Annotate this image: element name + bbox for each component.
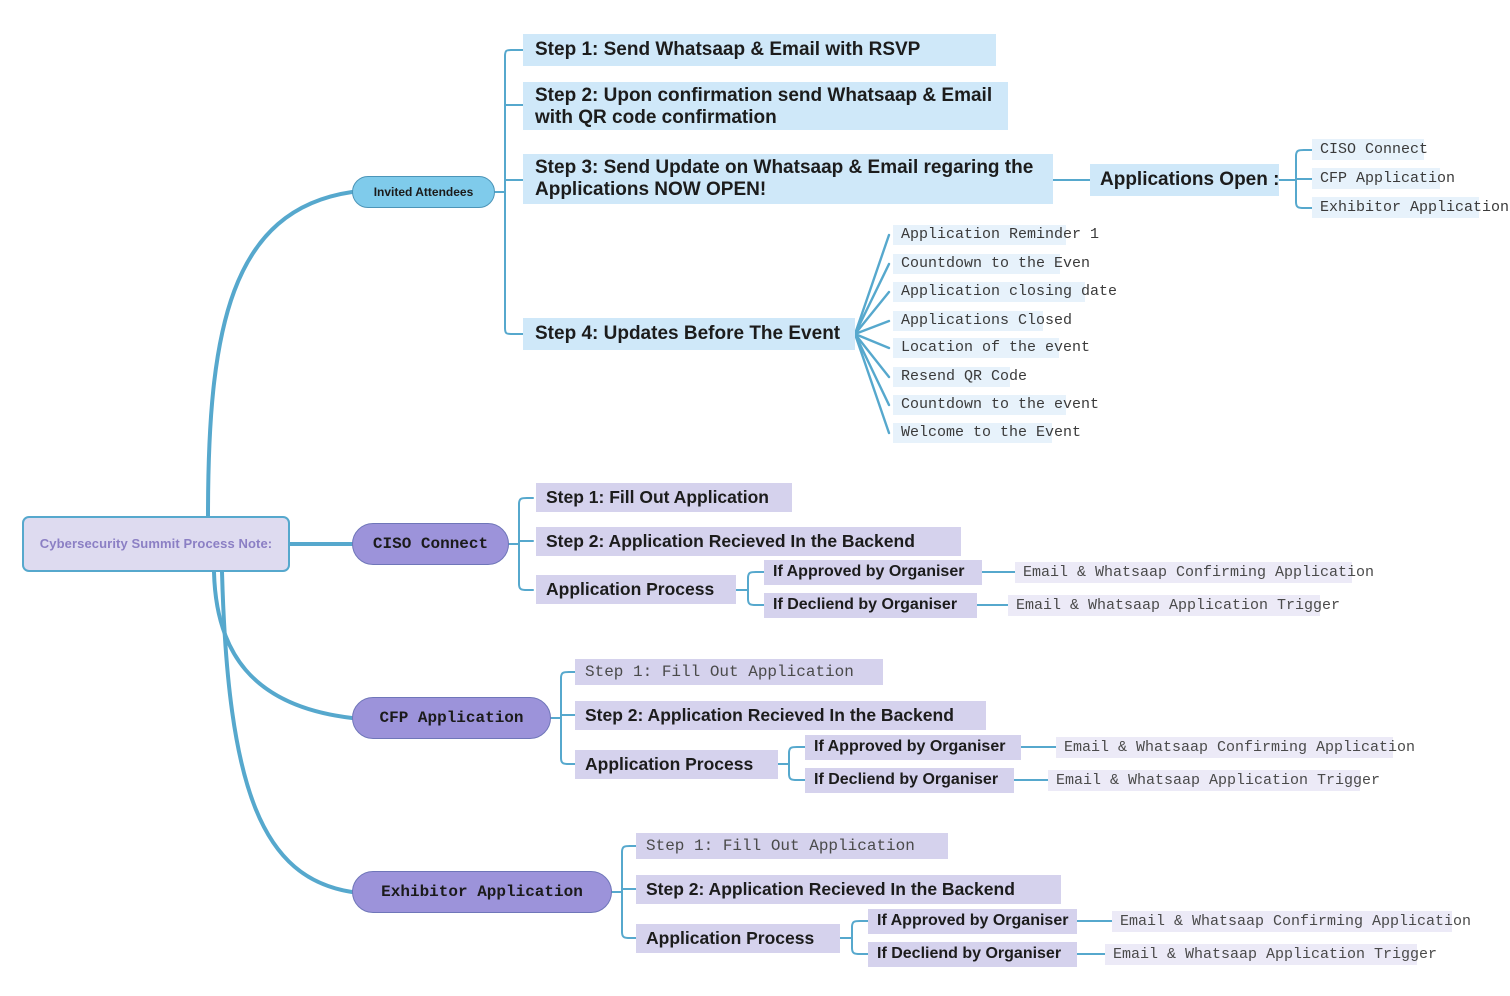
node-exhibitor-declined-action[interactable]: Email & Whatsaap Application Trigger — [1105, 944, 1437, 965]
node-ciso-if-approved[interactable]: If Approved by Organiser — [764, 560, 982, 585]
node-label: Step 4: Updates Before The Event — [535, 322, 841, 344]
node-label: Email & Whatsaap Confirming Application — [1064, 738, 1416, 756]
node-update-1[interactable]: Application Reminder 1 — [893, 225, 1099, 245]
branch-label: Invited Attendees — [373, 184, 474, 199]
branch-cfp-application[interactable]: CFP Application — [352, 697, 551, 739]
node-label: Applications Closed — [901, 312, 1073, 330]
node-cfp-if-approved[interactable]: If Approved by Organiser — [805, 735, 1021, 760]
branch-exhibitor-application[interactable]: Exhibitor Application — [352, 871, 612, 913]
node-exhibitor-approved-action[interactable]: Email & Whatsaap Confirming Application — [1112, 911, 1471, 932]
node-applications-open[interactable]: Applications Open : — [1090, 164, 1279, 196]
node-label: Email & Whatsaap Confirming Application — [1120, 912, 1472, 930]
root-node[interactable]: Cybersecurity Summit Process Note: — [22, 516, 290, 572]
branch-invited-attendees[interactable]: Invited Attendees — [352, 176, 495, 208]
node-label: Email & Whatsaap Confirming Application — [1023, 563, 1375, 581]
node-label: Exhibitor Application — [1320, 198, 1510, 216]
node-label: Step 2: Application Recieved In the Back… — [546, 531, 915, 552]
node-invited-step-1[interactable]: Step 1: Send Whatsaap & Email with RSVP — [523, 34, 996, 66]
node-ciso-application-process[interactable]: Application Process — [536, 575, 736, 604]
node-label: CFP Application — [1320, 169, 1456, 187]
node-label: Step 1: Send Whatsaap & Email with RSVP — [535, 38, 921, 60]
node-exhibitor-if-approved[interactable]: If Approved by Organiser — [868, 909, 1077, 934]
node-ciso-step-2[interactable]: Step 2: Application Recieved In the Back… — [536, 527, 961, 556]
node-update-6[interactable]: Resend QR Code — [893, 367, 1027, 387]
node-label: If Approved by Organiser — [877, 912, 1069, 930]
branch-ciso-connect[interactable]: CISO Connect — [352, 523, 509, 565]
node-update-3[interactable]: Application closing date — [893, 282, 1117, 302]
node-label: Step 1: Fill Out Application — [585, 662, 854, 681]
node-label: Countdown to the event — [901, 396, 1100, 414]
node-invited-step-3[interactable]: Step 3: Send Update on Whatsaap & Email … — [523, 154, 1053, 204]
node-cfp-step-2[interactable]: Step 2: Application Recieved In the Back… — [575, 701, 986, 730]
branch-label: CFP Application — [379, 708, 524, 727]
node-label: Email & Whatsaap Application Trigger — [1016, 596, 1341, 614]
node-ciso-step-1[interactable]: Step 1: Fill Out Application — [536, 483, 792, 512]
node-label: Step 2: Application Recieved In the Back… — [646, 879, 1015, 900]
node-label: Application Process — [646, 928, 815, 949]
node-exhibitor-if-declined[interactable]: If Decliend by Organiser — [868, 942, 1077, 967]
node-label: Application Process — [585, 754, 754, 775]
node-label: Email & Whatsaap Application Trigger — [1056, 771, 1381, 789]
node-label: Step 3: Send Update on Whatsaap & Email … — [535, 157, 1034, 201]
node-update-7[interactable]: Countdown to the event — [893, 395, 1099, 415]
mindmap-canvas: Cybersecurity Summit Process Note: Invit… — [0, 0, 1510, 996]
node-exhibitor-step-2[interactable]: Step 2: Application Recieved In the Back… — [636, 875, 1061, 904]
node-invited-step-2[interactable]: Step 2: Upon confirmation send Whatsaap … — [523, 82, 1008, 130]
node-ciso-if-declined[interactable]: If Decliend by Organiser — [764, 593, 977, 618]
node-label: Countdown to the Even — [901, 255, 1091, 273]
node-cfp-if-declined[interactable]: If Decliend by Organiser — [805, 768, 1014, 793]
node-exhibitor-application-process[interactable]: Application Process — [636, 924, 840, 953]
node-label: Location of the event — [901, 339, 1091, 357]
node-cfp-application-process[interactable]: Application Process — [575, 750, 778, 779]
node-update-8[interactable]: Welcome to the Event — [893, 423, 1081, 443]
node-ciso-declined-action[interactable]: Email & Whatsaap Application Trigger — [1008, 595, 1340, 616]
branch-label: CISO Connect — [372, 534, 489, 553]
node-app-open-exhibitor-application[interactable]: Exhibitor Application — [1312, 197, 1509, 218]
node-update-2[interactable]: Countdown to the Even — [893, 254, 1090, 274]
node-app-open-cfp-application[interactable]: CFP Application — [1312, 168, 1455, 189]
node-label: Application Process — [546, 579, 715, 600]
root-label: Cybersecurity Summit Process Note: — [39, 536, 273, 552]
branch-label: Exhibitor Application — [381, 882, 583, 901]
node-label: Application closing date — [901, 283, 1118, 301]
node-label: Applications Open : — [1100, 168, 1280, 190]
node-label: If Decliend by Organiser — [814, 771, 999, 789]
node-label: Application Reminder 1 — [901, 226, 1100, 244]
node-cfp-approved-action[interactable]: Email & Whatsaap Confirming Application — [1056, 737, 1415, 758]
node-label: If Decliend by Organiser — [877, 945, 1062, 963]
node-update-4[interactable]: Applications Closed — [893, 311, 1072, 331]
node-label: CISO Connect — [1320, 140, 1429, 158]
node-label: Email & Whatsaap Application Trigger — [1113, 945, 1438, 963]
node-invited-step-4[interactable]: Step 4: Updates Before The Event — [523, 318, 855, 350]
node-label: If Approved by Organiser — [773, 563, 965, 581]
node-label: Step 2: Upon confirmation send Whatsaap … — [535, 85, 993, 129]
node-cfp-declined-action[interactable]: Email & Whatsaap Application Trigger — [1048, 770, 1380, 791]
node-label: Step 1: Fill Out Application — [646, 836, 915, 855]
node-cfp-step-1[interactable]: Step 1: Fill Out Application — [575, 659, 883, 685]
node-update-5[interactable]: Location of the event — [893, 338, 1090, 358]
node-ciso-approved-action[interactable]: Email & Whatsaap Confirming Application — [1015, 562, 1374, 583]
node-exhibitor-step-1[interactable]: Step 1: Fill Out Application — [636, 833, 948, 859]
node-label: Step 2: Application Recieved In the Back… — [585, 705, 954, 726]
node-label: If Approved by Organiser — [814, 738, 1006, 756]
node-label: Step 1: Fill Out Application — [546, 487, 769, 508]
node-label: Resend QR Code — [901, 368, 1028, 386]
node-label: If Decliend by Organiser — [773, 596, 958, 614]
node-app-open-ciso-connect[interactable]: CISO Connect — [1312, 139, 1428, 160]
node-label: Welcome to the Event — [901, 424, 1082, 442]
